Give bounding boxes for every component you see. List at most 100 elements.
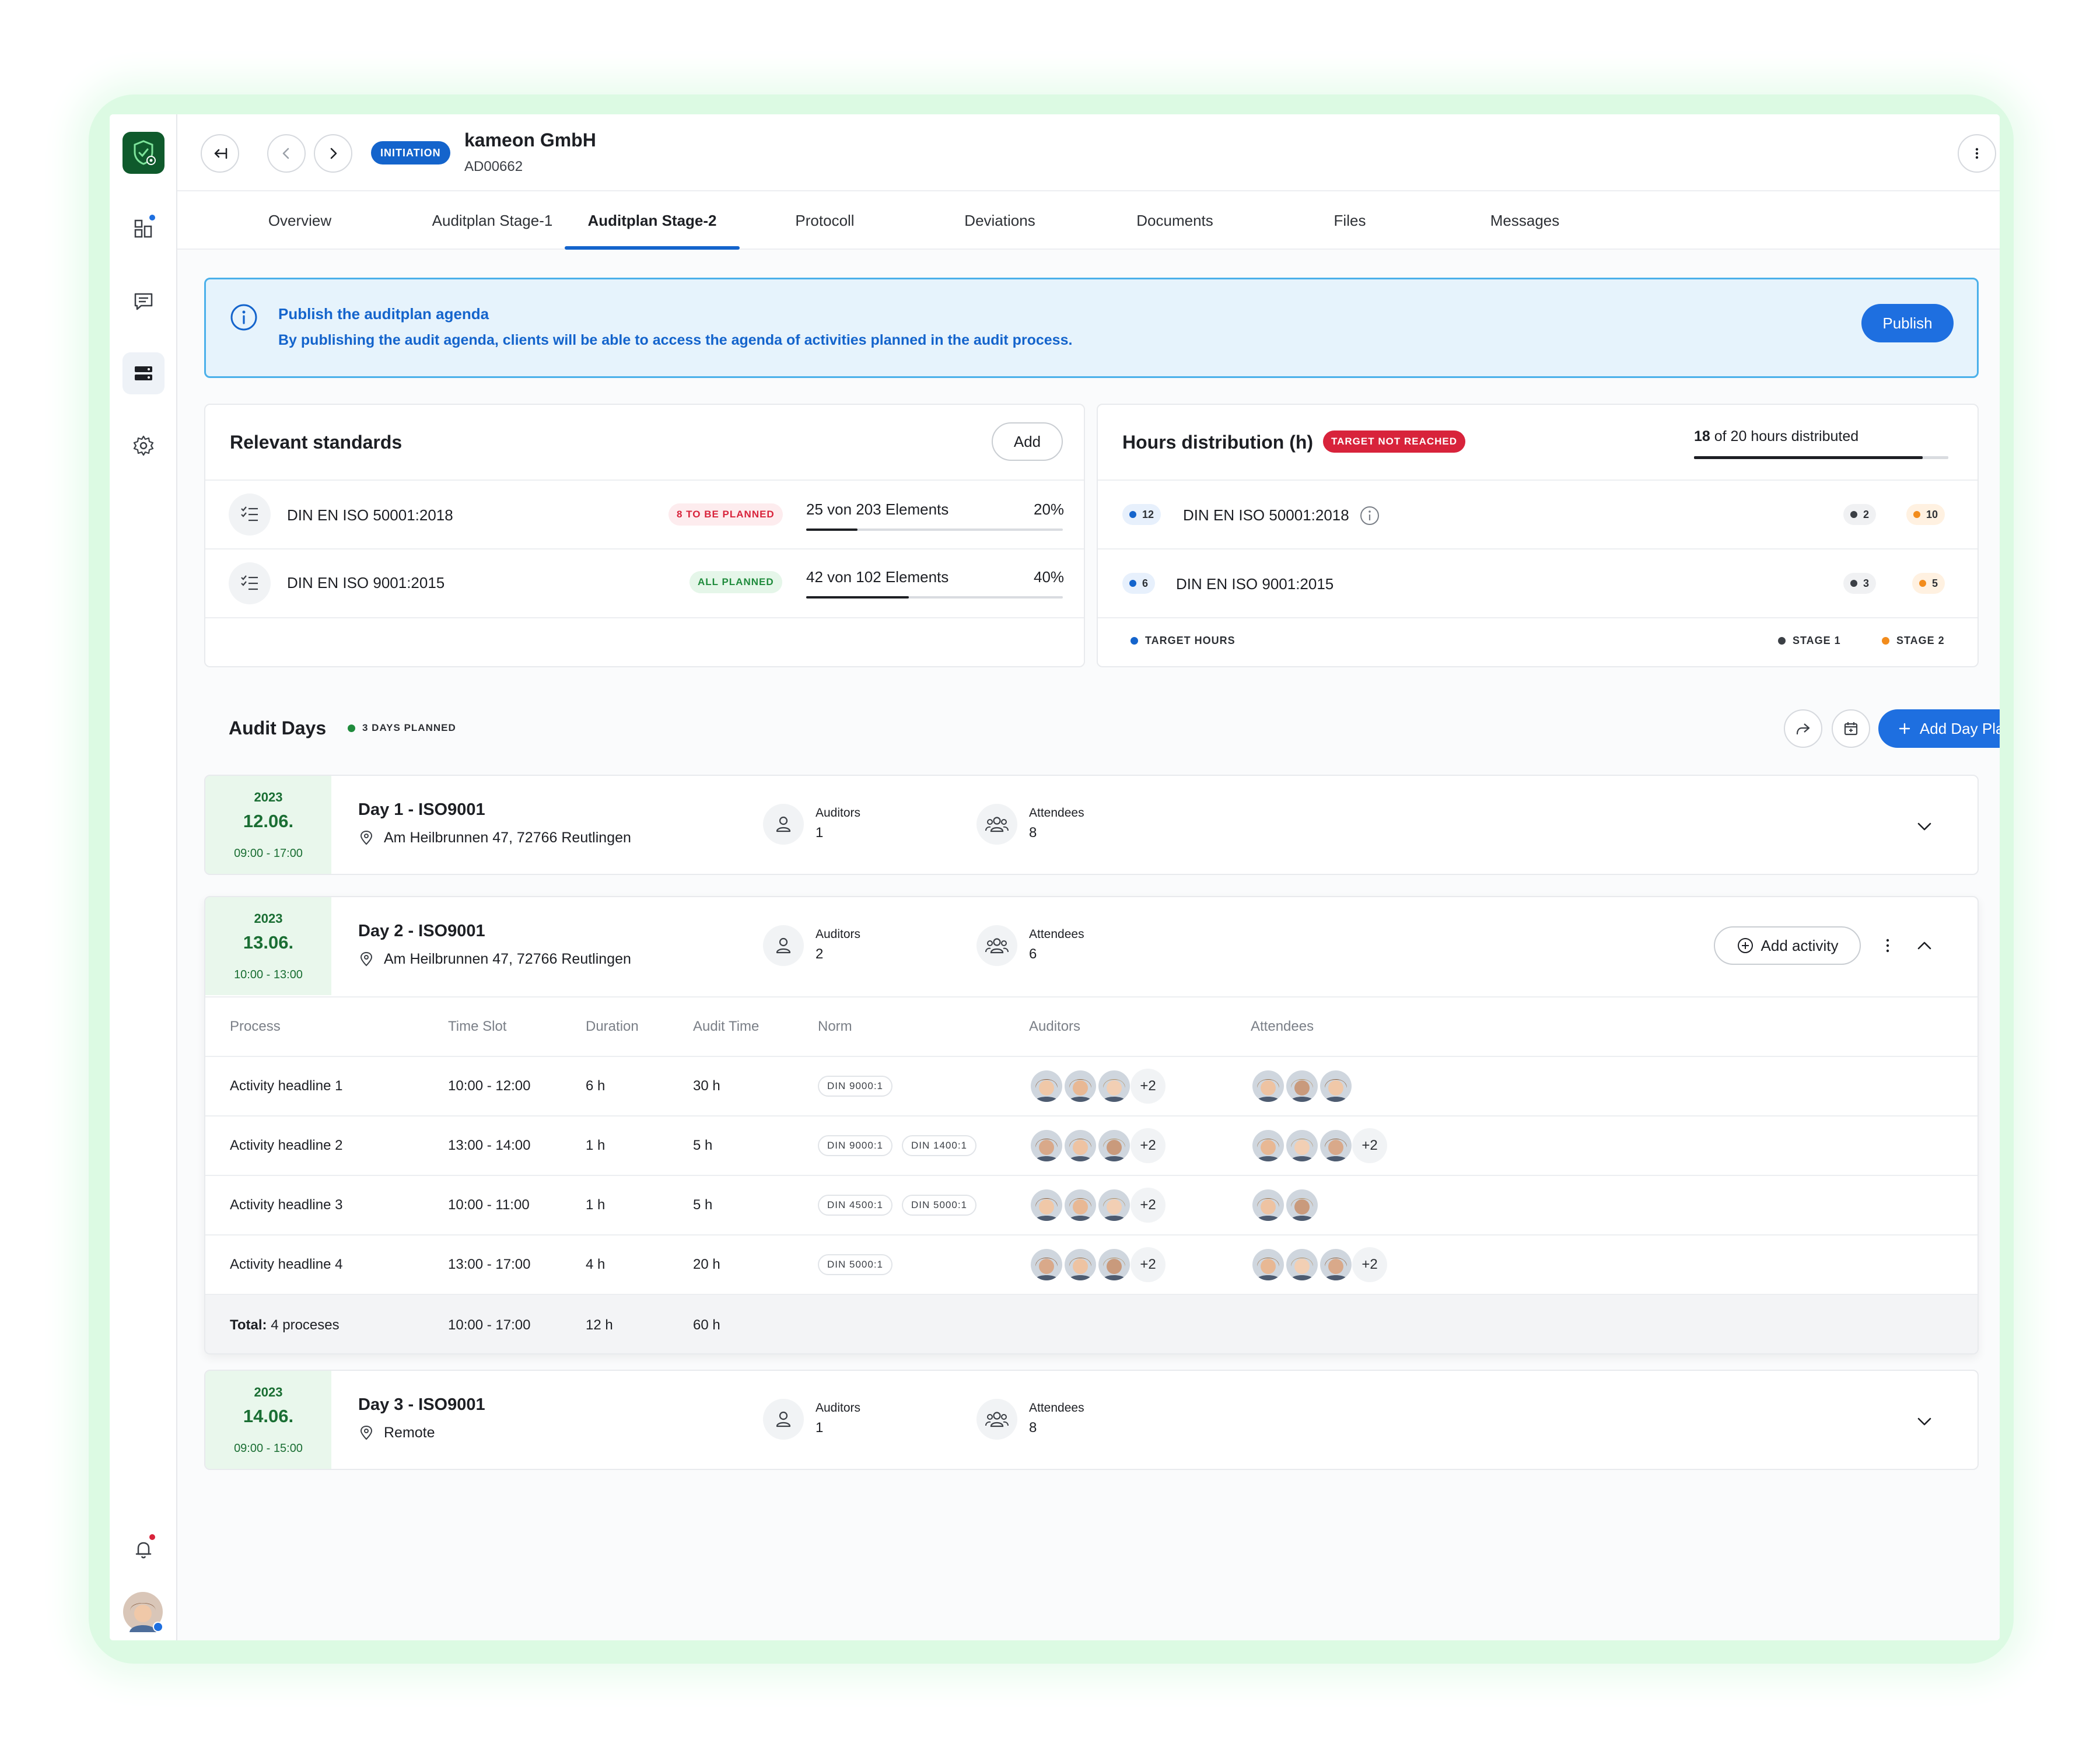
total-value: 4 proceses bbox=[271, 1317, 340, 1333]
publish-button[interactable]: Publish bbox=[1861, 304, 1954, 342]
tab-auditplan-stage-1[interactable]: Auditplan Stage-1 bbox=[405, 191, 580, 250]
chevron-right-icon bbox=[330, 148, 337, 159]
total-time-slot: 10:00 - 17:00 bbox=[448, 1317, 531, 1333]
attendee-avatar[interactable] bbox=[1251, 1069, 1286, 1104]
attendee-avatar[interactable] bbox=[1318, 1128, 1353, 1163]
attendees-more-count[interactable]: +2 bbox=[1352, 1247, 1387, 1282]
stage2-dot bbox=[1919, 580, 1926, 587]
tab-protocoll[interactable]: Protocoll bbox=[761, 191, 889, 250]
add-day-planning-button[interactable]: Add Day Planning bbox=[1878, 709, 2000, 748]
auditor-avatar[interactable] bbox=[1097, 1247, 1132, 1282]
forward-button[interactable] bbox=[314, 134, 352, 173]
auditors-more-count[interactable]: +2 bbox=[1130, 1247, 1166, 1282]
rail-audits-button[interactable] bbox=[123, 352, 164, 394]
calendar-button[interactable] bbox=[1832, 709, 1870, 748]
activity-row[interactable]: Activity headline 3 10:00 - 11:00 1 h 5 h DI… bbox=[205, 1176, 1978, 1236]
rail-messages-button[interactable] bbox=[123, 280, 164, 322]
activity-row[interactable]: Activity headline 4 13:00 - 17:00 4 h 20 h D… bbox=[205, 1236, 1978, 1295]
attendees-icon bbox=[977, 925, 1017, 966]
auditor-avatar[interactable] bbox=[1029, 1128, 1064, 1163]
attendee-avatar[interactable] bbox=[1284, 1128, 1320, 1163]
progress-fill bbox=[806, 596, 909, 598]
tab-deviations[interactable]: Deviations bbox=[936, 191, 1064, 250]
hours-distributed-text: of 20 hours distributed bbox=[1714, 428, 1859, 444]
auditors-more-count[interactable]: +2 bbox=[1130, 1128, 1166, 1163]
attendee-avatar[interactable] bbox=[1251, 1128, 1286, 1163]
auditor-avatar[interactable] bbox=[1063, 1188, 1098, 1223]
tab-documents[interactable]: Documents bbox=[1111, 191, 1239, 250]
legend-stage2: STAGE 2 bbox=[1882, 635, 1945, 647]
chat-icon bbox=[134, 293, 153, 310]
legend-label: STAGE 1 bbox=[1793, 635, 1841, 646]
auditor-avatar[interactable] bbox=[1063, 1069, 1098, 1104]
auditor-avatar[interactable] bbox=[1097, 1069, 1132, 1104]
target-value: 12 bbox=[1142, 508, 1154, 520]
auditors-more-count[interactable]: +2 bbox=[1130, 1188, 1166, 1223]
norm-chip: DIN 4500:1 bbox=[818, 1195, 892, 1216]
day-title: Day 3 - ISO9001 bbox=[358, 1395, 485, 1414]
day-date-value: 14.06. bbox=[243, 1406, 294, 1426]
day-year: 2023 bbox=[254, 911, 283, 926]
rail-settings-button[interactable] bbox=[123, 425, 164, 467]
add-standard-button[interactable]: Add bbox=[992, 422, 1063, 461]
attendees-count: 8 bbox=[1029, 1420, 1037, 1436]
attendee-avatar[interactable] bbox=[1284, 1188, 1320, 1223]
day-title: Day 1 - ISO9001 bbox=[358, 800, 485, 819]
user-avatar[interactable] bbox=[123, 1591, 163, 1632]
rail-notifications-button[interactable] bbox=[123, 1528, 164, 1570]
auditor-avatar[interactable] bbox=[1097, 1188, 1132, 1223]
auditors-more-count[interactable]: +2 bbox=[1130, 1069, 1166, 1104]
attendee-avatar[interactable] bbox=[1284, 1247, 1320, 1282]
chevron-down-icon[interactable] bbox=[1915, 817, 1934, 836]
share-icon bbox=[1796, 723, 1810, 735]
auditor-avatar[interactable] bbox=[1029, 1247, 1064, 1282]
activity-audit-time: 20 h bbox=[693, 1256, 720, 1272]
stage2-hours-chip: 5 bbox=[1912, 573, 1945, 594]
activity-row[interactable]: Activity headline 1 10:00 - 12:00 6 h 30 h D… bbox=[205, 1057, 1978, 1116]
day-date-value: 13.06. bbox=[243, 932, 294, 953]
tab-overview[interactable]: Overview bbox=[242, 191, 358, 250]
norm-chip: DIN 9000:1 bbox=[818, 1076, 892, 1097]
column-header-norm: Norm bbox=[818, 1019, 852, 1034]
auditor-avatar[interactable] bbox=[1029, 1188, 1064, 1223]
target-dot bbox=[1129, 580, 1136, 587]
audit-day-card[interactable]: 2023 14.06. 09:00 - 15:00 Day 3 - ISO900… bbox=[204, 1370, 1979, 1470]
auditor-avatar[interactable] bbox=[1063, 1128, 1098, 1163]
day-time: 09:00 - 17:00 bbox=[234, 847, 303, 860]
attendee-avatar[interactable] bbox=[1284, 1069, 1320, 1104]
auditors-count: 1 bbox=[816, 825, 824, 841]
audit-day-card[interactable]: 2023 12.06. 09:00 - 17:00 Day 1 - ISO900… bbox=[204, 775, 1979, 875]
back-button[interactable] bbox=[267, 134, 306, 173]
attendee-avatar[interactable] bbox=[1251, 1188, 1286, 1223]
app-logo[interactable] bbox=[123, 132, 164, 174]
auditor-avatar[interactable] bbox=[1097, 1128, 1132, 1163]
progress-fill bbox=[1694, 456, 1923, 459]
chevron-up-icon[interactable] bbox=[1915, 936, 1934, 956]
stage1-dot bbox=[1850, 580, 1857, 587]
info-icon[interactable] bbox=[1359, 505, 1380, 526]
attendee-avatar[interactable] bbox=[1318, 1247, 1353, 1282]
rail-dashboard-button[interactable] bbox=[123, 208, 164, 250]
banner-text: By publishing the audit agenda, clients … bbox=[278, 332, 1073, 348]
attendee-avatar[interactable] bbox=[1318, 1069, 1353, 1104]
day-date: 2023 12.06. 09:00 - 17:00 bbox=[205, 776, 331, 874]
chevron-down-icon[interactable] bbox=[1915, 1412, 1934, 1432]
banner-title: Publish the auditplan agenda bbox=[278, 305, 489, 323]
add-activity-button[interactable]: Add activity bbox=[1714, 926, 1861, 965]
tab-files[interactable]: Files bbox=[1286, 191, 1414, 250]
day-location: Remote bbox=[384, 1424, 435, 1441]
standard-progress-bar bbox=[806, 596, 1063, 598]
collapse-button[interactable] bbox=[201, 134, 239, 173]
auditor-avatar[interactable] bbox=[1029, 1069, 1064, 1104]
activity-row[interactable]: Activity headline 2 13:00 - 14:00 1 h 5 h DI… bbox=[205, 1116, 1978, 1176]
day-time: 10:00 - 13:00 bbox=[234, 968, 303, 981]
tab-messages[interactable]: Messages bbox=[1461, 191, 1589, 250]
more-options-button[interactable] bbox=[1958, 134, 1996, 173]
share-button[interactable] bbox=[1784, 709, 1822, 748]
attendee-avatar[interactable] bbox=[1251, 1247, 1286, 1282]
tab-auditplan-stage-2[interactable]: Auditplan Stage-2 bbox=[565, 191, 740, 250]
vertical-dots-icon[interactable] bbox=[1880, 937, 1896, 954]
attendees-more-count[interactable]: +2 bbox=[1352, 1128, 1387, 1163]
auditor-avatar[interactable] bbox=[1063, 1247, 1098, 1282]
auditors-count: 2 bbox=[816, 946, 824, 962]
